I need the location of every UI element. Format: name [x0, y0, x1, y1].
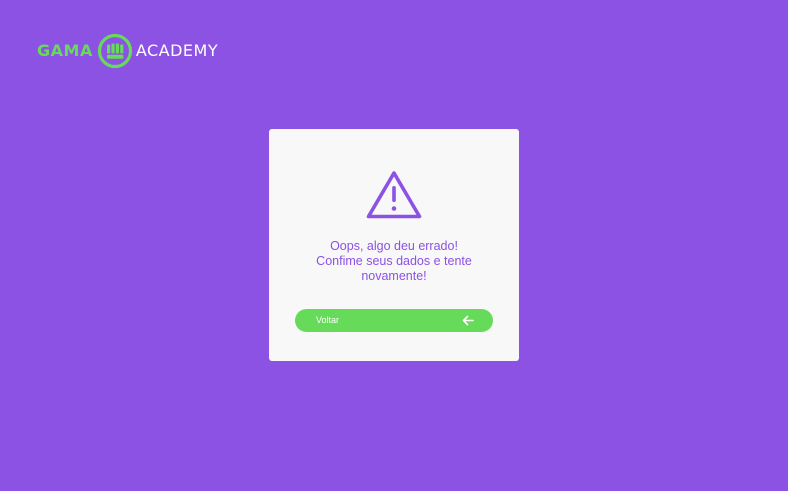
error-message-line-3: novamente! — [361, 269, 427, 283]
error-message-line-1: Oops, algo deu errado! — [330, 239, 458, 253]
gama-academy-logo: GAMA ACADEMY — [37, 33, 218, 69]
back-button-label: Voltar — [316, 315, 340, 325]
logo-academy-text: ACADEMY — [135, 41, 219, 60]
arrow-left-icon — [462, 315, 474, 326]
error-message: Oops, algo deu errado! Confime seus dado… — [269, 239, 519, 284]
fist-logo-icon — [97, 33, 132, 69]
error-card: Oops, algo deu errado! Confime seus dado… — [269, 129, 519, 361]
warning-triangle-icon — [366, 171, 422, 219]
logo-gama-text: GAMA — [37, 41, 93, 60]
back-button[interactable]: Voltar — [295, 309, 493, 332]
error-message-line-2: Confime seus dados e tente — [316, 254, 472, 268]
